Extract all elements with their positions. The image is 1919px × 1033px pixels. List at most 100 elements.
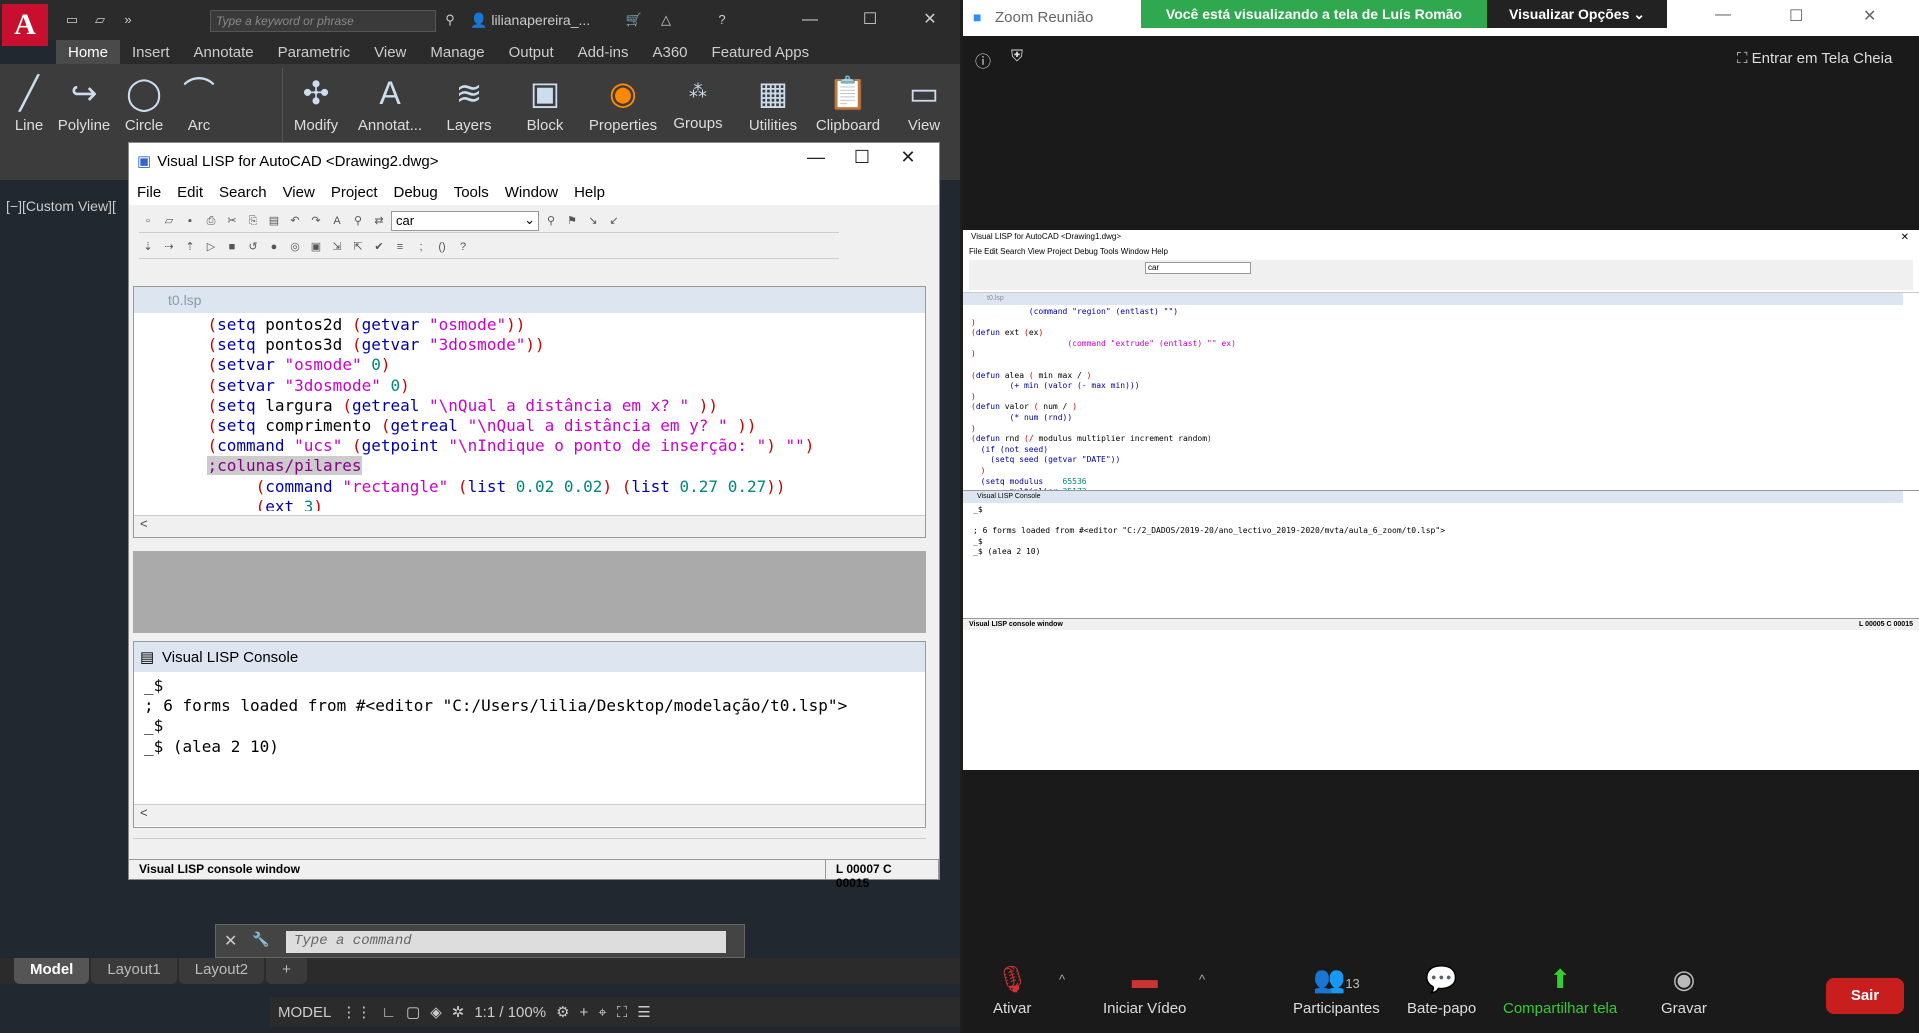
circle-button[interactable]: ◯ Circle	[118, 68, 170, 140]
menu-window[interactable]: Window	[497, 184, 566, 201]
user-account[interactable]: 👤 lilianapereira_...	[470, 12, 590, 29]
new-file-icon[interactable]: ▫	[139, 212, 157, 230]
vlisp-minimize-button[interactable]: —	[793, 147, 839, 168]
paste-icon[interactable]: ▤	[265, 212, 283, 230]
viewport-label[interactable]: [−][Custom View][	[6, 198, 116, 214]
quick-access-more-icon[interactable]: »	[118, 12, 138, 30]
tab-model[interactable]: Model	[14, 958, 90, 984]
add-layout-button[interactable]: +	[266, 958, 307, 984]
step-over-icon[interactable]: ⇢	[160, 238, 178, 256]
next-bookmark-icon[interactable]: ↘	[584, 212, 602, 230]
wrench-icon[interactable]: 🔧	[252, 931, 269, 948]
properties-button[interactable]: ◉ Properties	[584, 68, 662, 140]
console-output[interactable]: _$; 6 forms loaded from #<editor "C:/Use…	[134, 676, 925, 796]
workspace-icon[interactable]: ⌖	[598, 1004, 606, 1021]
ortho-icon[interactable]: ▢	[406, 1003, 420, 1021]
zoom-close-button[interactable]: ✕	[1863, 6, 1876, 26]
settings-icon[interactable]: ⚙	[556, 1003, 569, 1021]
console-horizontal-scrollbar[interactable]: <	[134, 804, 925, 826]
video-options-chevron-icon[interactable]: ^	[1199, 972, 1205, 987]
tab-a360[interactable]: A360	[640, 40, 699, 64]
scale-readout[interactable]: 1:1 / 100%	[474, 1004, 546, 1021]
tab-layout2[interactable]: Layout2	[178, 958, 265, 984]
format-icon[interactable]: ≡	[391, 238, 409, 256]
tab-output[interactable]: Output	[497, 40, 566, 64]
a360-icon[interactable]: △	[656, 12, 676, 30]
layers-button[interactable]: ≋ Layers	[436, 68, 502, 140]
participants-button[interactable]: 👥13 Participantes	[1293, 964, 1380, 1017]
tab-insert[interactable]: Insert	[120, 40, 182, 64]
tab-featured-apps[interactable]: Featured Apps	[700, 40, 822, 64]
vlisp-close-button[interactable]: ✕	[885, 147, 931, 168]
continue-icon[interactable]: ▷	[202, 238, 220, 256]
open-folder-icon[interactable]: ▱	[90, 12, 110, 30]
menu-view[interactable]: View	[275, 184, 323, 201]
tab-layout1[interactable]: Layout1	[91, 958, 177, 984]
breakpoint-icon[interactable]: ●	[265, 238, 283, 256]
cut-icon[interactable]: ✂	[223, 212, 241, 230]
search-input[interactable]: Type a keyword or phrase	[210, 10, 436, 32]
arc-button[interactable]: ⌒ Arc	[174, 68, 224, 140]
annotation-scale-icon[interactable]: ✲	[452, 1003, 465, 1021]
tab-home[interactable]: Home	[56, 40, 121, 64]
model-space-button[interactable]: MODEL	[278, 1004, 331, 1021]
record-button[interactable]: ◉ Gravar	[1661, 964, 1707, 1017]
add-icon[interactable]: +	[580, 1004, 589, 1021]
menu-help[interactable]: Help	[566, 184, 613, 201]
menu-debug[interactable]: Debug	[386, 184, 446, 201]
line-button[interactable]: ╱ Line	[6, 68, 52, 140]
copy-icon[interactable]: ⎘	[244, 212, 262, 230]
close-icon[interactable]: ✕	[224, 931, 237, 951]
cart-icon[interactable]: 🛒	[624, 12, 644, 30]
modify-button[interactable]: ✣ Modify	[286, 68, 346, 140]
load-window-icon[interactable]: ⇲	[328, 238, 346, 256]
step-out-icon[interactable]: ⇡	[181, 238, 199, 256]
menu-tools[interactable]: Tools	[446, 184, 497, 201]
find-icon[interactable]: ⚲	[349, 212, 367, 230]
menu-search[interactable]: Search	[211, 184, 275, 201]
video-button[interactable]: ▬ Iniciar Vídeo	[1103, 964, 1186, 1017]
parentheses-icon[interactable]: ()	[433, 238, 451, 256]
fullscreen-icon[interactable]: ⛶	[617, 1004, 628, 1021]
tab-manage[interactable]: Manage	[418, 40, 496, 64]
autocad-logo-icon[interactable]: A	[2, 4, 48, 46]
groups-button[interactable]: ⁂ Groups	[666, 68, 730, 140]
chat-button[interactable]: 💬 Bate-papo	[1407, 964, 1476, 1017]
maximize-button[interactable]: ☐	[850, 8, 890, 32]
comment-icon[interactable]: ;	[412, 238, 430, 256]
utilities-button[interactable]: ▦ Utilities	[742, 68, 804, 140]
zoom-minimize-button[interactable]: —	[1715, 6, 1731, 24]
annotation-button[interactable]: A Annotat...	[354, 68, 426, 140]
help-icon[interactable]: ?	[454, 238, 472, 256]
vlisp-horizontal-scrollbar[interactable]	[133, 838, 926, 856]
binoculars-icon[interactable]: ⚲	[440, 12, 460, 30]
minimize-button[interactable]: —	[790, 8, 830, 32]
scroll-left-icon[interactable]: <	[134, 516, 148, 531]
share-screen-button[interactable]: ⬆ Compartilhar tela	[1503, 964, 1617, 1017]
open-file-icon[interactable]: ▱	[160, 212, 178, 230]
help-icon[interactable]: ?	[712, 12, 732, 30]
replace-icon[interactable]: ⇄	[370, 212, 388, 230]
tab-annotate[interactable]: Annotate	[182, 40, 266, 64]
menu-file[interactable]: File	[129, 184, 169, 201]
view-options-button[interactable]: Visualizar Opções ⌄	[1487, 0, 1667, 28]
search-combo[interactable]: car ⌄	[391, 210, 539, 231]
grid-icon[interactable]: ⋮⋮	[341, 1003, 371, 1021]
activate-autocad-icon[interactable]: ▣	[307, 238, 325, 256]
menu-icon[interactable]: ☰	[637, 1003, 650, 1021]
new-file-icon[interactable]: ▭	[62, 12, 82, 30]
command-input[interactable]: Type a command	[286, 931, 726, 953]
close-button[interactable]: ✕	[910, 8, 950, 32]
redo-icon[interactable]: ↷	[307, 212, 325, 230]
view-button[interactable]: ▭ View	[894, 68, 954, 140]
shield-icon[interactable]: ⛨	[1011, 48, 1023, 66]
tab-view[interactable]: View	[362, 40, 418, 64]
reset-icon[interactable]: ↺	[244, 238, 262, 256]
info-icon[interactable]: ⓘ	[975, 48, 991, 72]
fullscreen-button[interactable]: ⛶ Entrar em Tela Cheia	[1737, 50, 1892, 67]
load-selection-icon[interactable]: ⇱	[349, 238, 367, 256]
zoom-maximize-button[interactable]: ☐	[1789, 6, 1803, 26]
leave-meeting-button[interactable]: Sair	[1826, 978, 1904, 1014]
block-button[interactable]: ▣ Block	[512, 68, 578, 140]
mute-button[interactable]: 🎙 Ativar	[993, 964, 1031, 1017]
